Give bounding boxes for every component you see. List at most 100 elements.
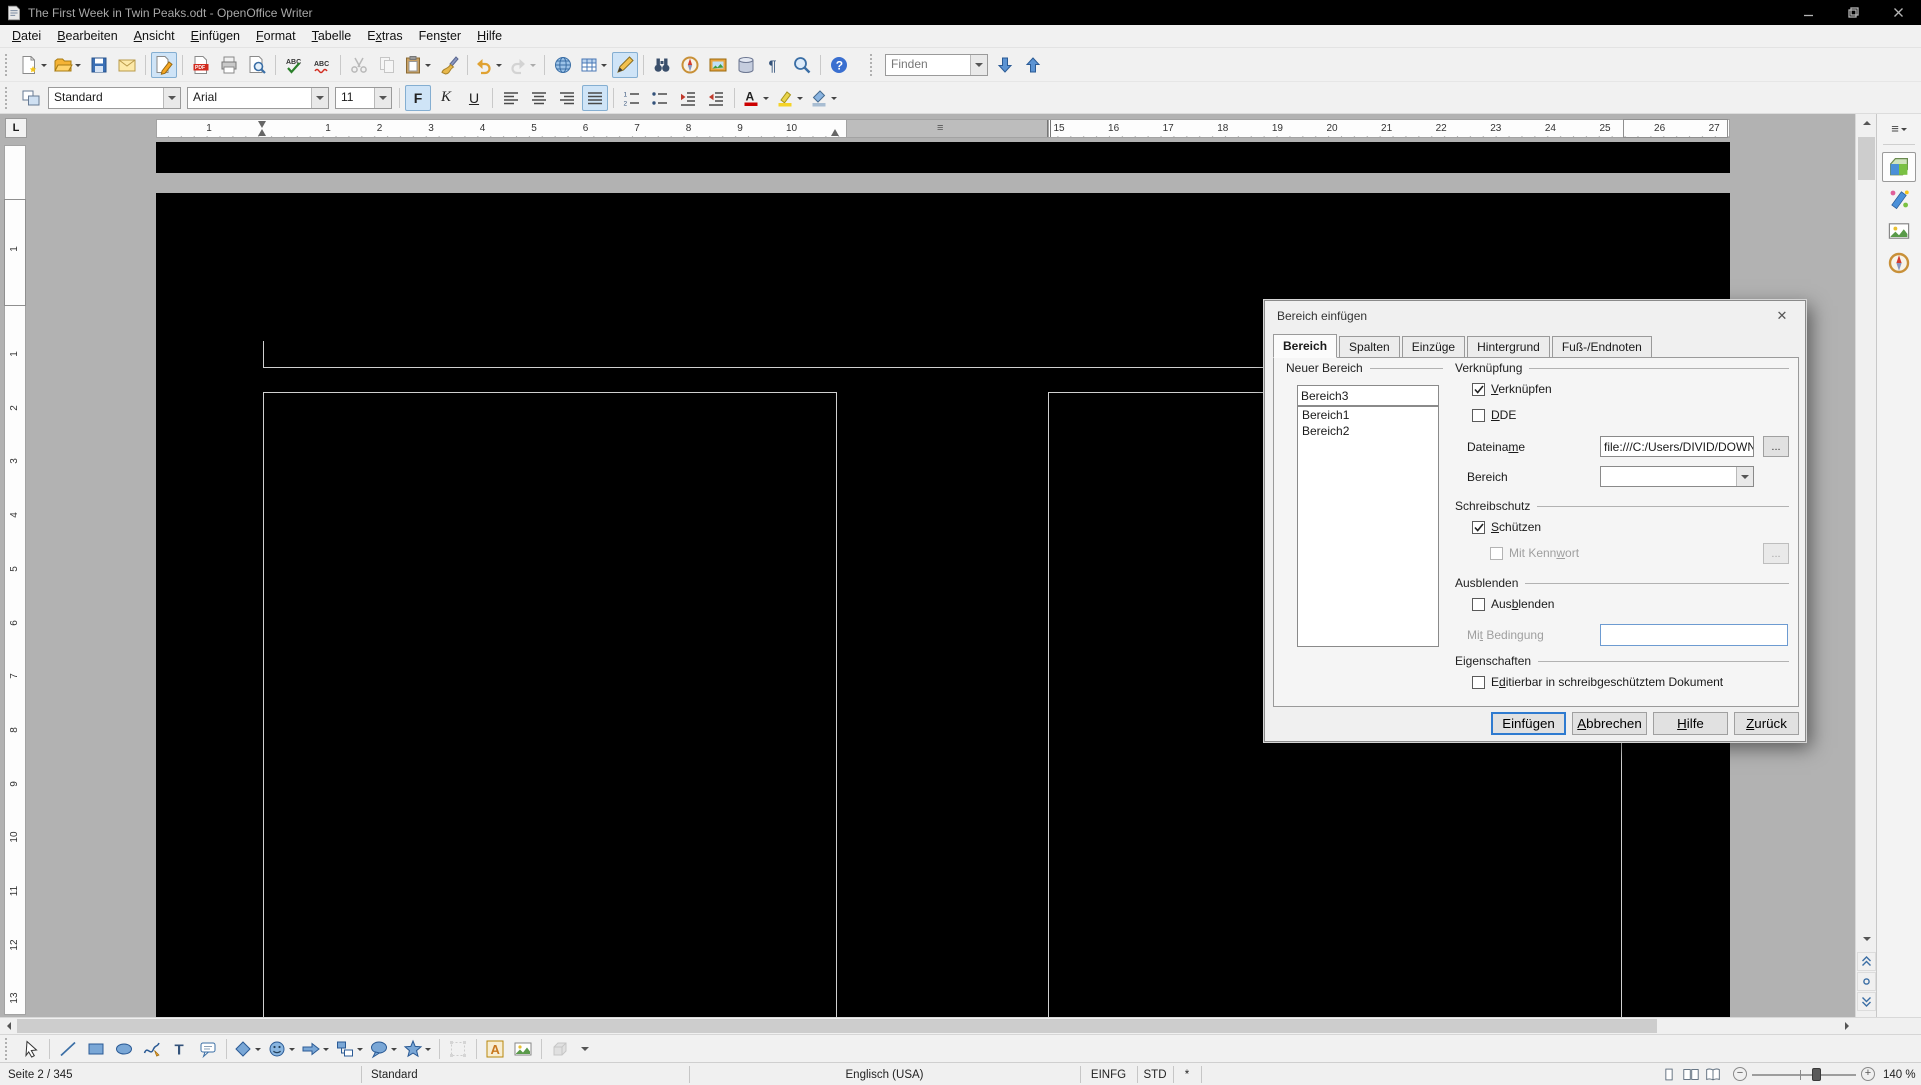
data-sources-button[interactable] xyxy=(733,52,759,78)
scroll-right-button[interactable] xyxy=(1838,1018,1855,1034)
filename-input[interactable]: file:///C:/Users/DIVID/DOWN xyxy=(1600,436,1754,457)
insert-mode-indicator[interactable]: EINFG xyxy=(1080,1063,1137,1085)
highlighting-button[interactable] xyxy=(774,85,806,111)
toolbar-overflow-button[interactable] xyxy=(578,1038,592,1060)
dropdown-arrow-icon[interactable] xyxy=(389,1037,399,1061)
language-indicator[interactable]: Englisch (USA) xyxy=(689,1063,1080,1085)
dropdown-arrow-icon[interactable] xyxy=(39,53,49,77)
modified-flag[interactable]: * xyxy=(1173,1063,1201,1085)
multi-page-view-button[interactable] xyxy=(1680,1066,1701,1083)
dropdown-arrow-icon[interactable] xyxy=(795,86,805,110)
save-button[interactable] xyxy=(86,52,112,78)
dropdown-arrow-icon[interactable] xyxy=(423,1037,433,1061)
table-button[interactable] xyxy=(578,52,610,78)
new-document-button[interactable] xyxy=(18,52,50,78)
symbol-shapes-button[interactable] xyxy=(266,1036,298,1062)
tab-stop-selector[interactable]: L xyxy=(5,118,27,138)
book-view-button[interactable] xyxy=(1702,1066,1723,1083)
zoom-level[interactable]: 140 % xyxy=(1875,1063,1921,1085)
align-left-button[interactable] xyxy=(498,85,524,111)
italic-button[interactable]: K xyxy=(433,85,459,111)
scroll-up-button[interactable] xyxy=(1856,114,1877,131)
paste-button[interactable] xyxy=(402,52,434,78)
horizontal-scrollbar[interactable] xyxy=(0,1017,1921,1034)
menu-format[interactable]: Format xyxy=(248,26,304,46)
points-button[interactable] xyxy=(445,1036,471,1062)
back-button[interactable]: Zurück xyxy=(1734,712,1799,735)
numbered-list-button[interactable] xyxy=(619,85,645,111)
decrease-indent-button[interactable] xyxy=(675,85,701,111)
menu-ansicht[interactable]: Ansicht xyxy=(126,26,183,46)
tab-einzuege[interactable]: Einzüge xyxy=(1402,336,1465,357)
vertical-ruler[interactable]: 112345678910111213 xyxy=(4,145,26,1015)
tab-hintergrund[interactable]: Hintergrund xyxy=(1467,336,1550,357)
sidebar-styles-button[interactable] xyxy=(1882,184,1916,214)
callout-tool[interactable] xyxy=(195,1036,221,1062)
tab-bereich[interactable]: Bereich xyxy=(1273,334,1337,358)
vertical-scrollbar-thumb[interactable] xyxy=(1858,137,1875,180)
zoom-out-button[interactable]: − xyxy=(1733,1067,1747,1081)
dropdown-arrow-icon[interactable] xyxy=(73,53,83,77)
dropdown-arrow-icon[interactable] xyxy=(761,86,771,110)
section-list[interactable]: Bereich1Bereich2 xyxy=(1297,406,1439,647)
block-arrows-button[interactable] xyxy=(300,1036,332,1062)
email-button[interactable] xyxy=(114,52,140,78)
freeform-line-tool[interactable] xyxy=(139,1036,165,1062)
callouts-button[interactable] xyxy=(368,1036,400,1062)
spellcheck-button[interactable] xyxy=(281,52,307,78)
dropdown-arrow-icon[interactable] xyxy=(423,53,433,77)
link-checkbox[interactable]: Verknüpfen xyxy=(1472,382,1552,396)
redo-button[interactable] xyxy=(507,52,539,78)
tab-spalten[interactable]: Spalten xyxy=(1339,336,1400,357)
menu-bearbeiten[interactable]: Bearbeiten xyxy=(49,26,125,46)
help-button[interactable] xyxy=(826,52,852,78)
undo-button[interactable] xyxy=(473,52,505,78)
menu-datei[interactable]: Datei xyxy=(4,26,49,46)
close-button[interactable] xyxy=(1876,0,1921,25)
rectangle-tool[interactable] xyxy=(83,1036,109,1062)
align-right-button[interactable] xyxy=(554,85,580,111)
scroll-down-button[interactable] xyxy=(1856,930,1877,947)
gallery-button[interactable] xyxy=(705,52,731,78)
ellipse-tool[interactable] xyxy=(111,1036,137,1062)
tab-fussendnoten[interactable]: Fuß-/Endnoten xyxy=(1552,336,1652,357)
insert-button[interactable]: Einfügen xyxy=(1491,712,1566,735)
text-box-tool[interactable] xyxy=(167,1036,193,1062)
dde-checkbox[interactable]: DDE xyxy=(1472,408,1516,422)
restore-button[interactable] xyxy=(1831,0,1876,25)
zoom-slider-thumb[interactable] xyxy=(1812,1068,1821,1081)
page-previous[interactable] xyxy=(156,142,1730,173)
hide-checkbox[interactable]: Ausblenden xyxy=(1472,597,1554,611)
page-preview-button[interactable] xyxy=(244,52,270,78)
toolbar-grip[interactable] xyxy=(5,87,12,109)
navigator-button[interactable] xyxy=(677,52,703,78)
find-previous-button[interactable] xyxy=(1020,52,1046,78)
auto-spellcheck-button[interactable] xyxy=(309,52,335,78)
dropdown-arrow-icon[interactable] xyxy=(494,53,504,77)
section-name-input[interactable]: Bereich3 xyxy=(1297,385,1439,406)
help-button[interactable]: Hilfe xyxy=(1653,712,1728,735)
open-button[interactable] xyxy=(52,52,84,78)
dropdown-arrow-icon[interactable] xyxy=(253,1037,263,1061)
toolbar-grip[interactable] xyxy=(870,54,877,76)
with-password-checkbox[interactable]: Mit Kennwort xyxy=(1490,546,1579,560)
formatting-marks-button[interactable] xyxy=(761,52,787,78)
page-indicator[interactable]: Seite 2 / 345 xyxy=(0,1063,81,1085)
sidebar-gallery-button[interactable] xyxy=(1882,216,1916,246)
menu-einfuegen[interactable]: Einfügen xyxy=(183,26,248,46)
line-tool[interactable] xyxy=(55,1036,81,1062)
hyperlink-button[interactable] xyxy=(550,52,576,78)
chevron-down-icon[interactable] xyxy=(311,88,328,108)
menu-extras[interactable]: Extras xyxy=(359,26,410,46)
flowcharts-button[interactable] xyxy=(334,1036,366,1062)
sidebar-navigator-button[interactable] xyxy=(1882,248,1916,278)
align-center-button[interactable] xyxy=(526,85,552,111)
dialog-close-button[interactable]: ✕ xyxy=(1769,306,1795,325)
single-page-view-button[interactable] xyxy=(1658,1066,1679,1083)
dropdown-arrow-icon[interactable] xyxy=(321,1037,331,1061)
section-list-item[interactable]: Bereich2 xyxy=(1298,423,1438,439)
menu-tabelle[interactable]: Tabelle xyxy=(304,26,360,46)
condition-input[interactable] xyxy=(1600,624,1788,646)
horizontal-ruler[interactable]: 11234567891015161718192021222324252627 xyxy=(156,119,1730,138)
section-combobox[interactable] xyxy=(1600,466,1754,487)
